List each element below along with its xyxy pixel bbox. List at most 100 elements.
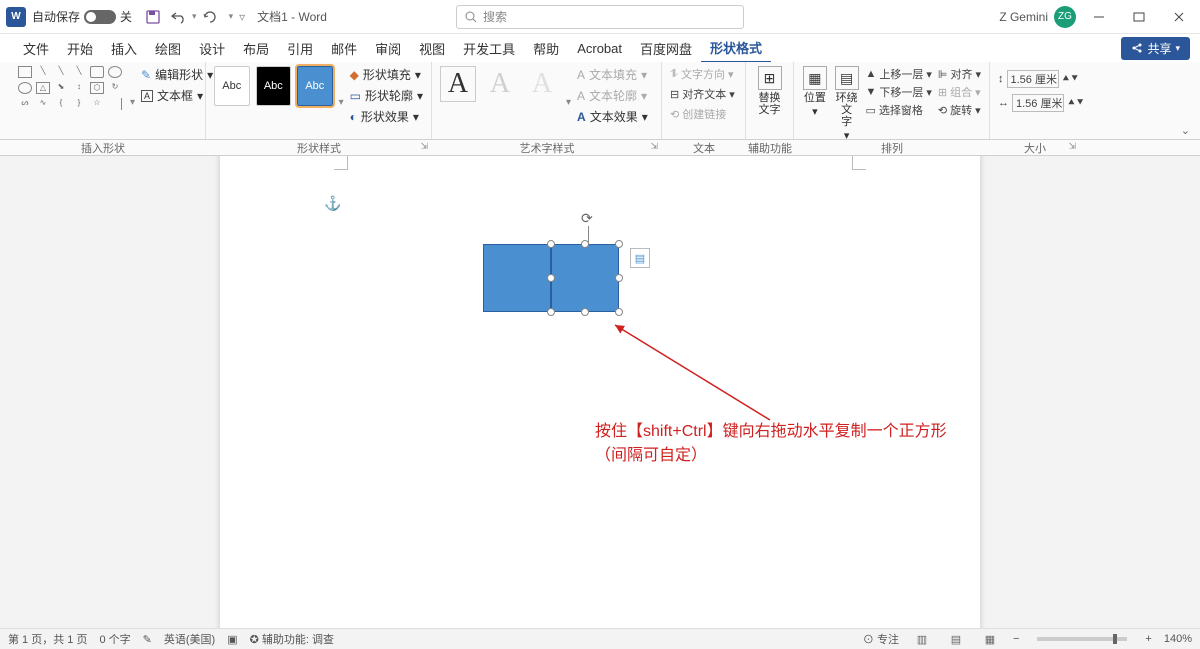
height-input[interactable]: ↕ 1.56 厘米 ⯅⯆: [998, 70, 1085, 88]
margin-corner-tr: [852, 156, 866, 170]
tab-review[interactable]: 审阅: [366, 35, 410, 62]
selection-pane-button[interactable]: ▭ 选择窗格: [865, 102, 931, 118]
shape-style-2[interactable]: Abc: [256, 66, 292, 106]
user-avatar[interactable]: ZG: [1054, 6, 1076, 28]
wordart-style-2[interactable]: A: [482, 66, 518, 102]
shape-style-3[interactable]: Abc: [297, 66, 333, 106]
launcher-icon[interactable]: ⇲: [420, 141, 428, 152]
selection-handle[interactable]: [547, 274, 555, 282]
label-accessibility: 辅助功能: [746, 140, 794, 155]
launcher-icon[interactable]: ⇲: [650, 141, 658, 152]
shapes-gallery[interactable]: ╲╲╲ △⬊↕⬡↻ ᔕ∿{}☆: [18, 66, 124, 112]
selection-handle[interactable]: [615, 240, 623, 248]
shape-effects-button[interactable]: ◐形状效果 ▾: [350, 108, 423, 125]
tab-insert[interactable]: 插入: [102, 35, 146, 62]
ribbon-tabs: 文件 开始 插入 绘图 设计 布局 引用 邮件 审阅 视图 开发工具 帮助 Ac…: [0, 34, 1200, 62]
align-text-button[interactable]: ⊟ 对齐文本 ▾: [670, 86, 735, 102]
rotate-button[interactable]: ⟲ 旋转 ▾: [938, 102, 981, 118]
group-arrange: ▦位置▾ ▤环绕文 字▾ ▲ 上移一层 ▾ ▼ 下移一层 ▾ ▭ 选择窗格 ⊫ …: [794, 62, 990, 139]
status-accessibility[interactable]: ✪ 辅助功能: 调查: [250, 631, 334, 647]
zoom-in-button[interactable]: +: [1145, 633, 1151, 645]
zoom-level[interactable]: 140%: [1164, 633, 1192, 645]
status-display-settings-icon[interactable]: ▣: [227, 633, 237, 646]
tab-references[interactable]: 引用: [278, 35, 322, 62]
group-button: ⊞ 组合 ▾: [938, 84, 981, 100]
selection-handle[interactable]: [581, 308, 589, 316]
shape-fill-button[interactable]: ◆形状填充 ▾: [350, 66, 423, 83]
view-web-layout-icon[interactable]: ▦: [979, 631, 1001, 647]
toggle-switch-icon[interactable]: [84, 10, 116, 24]
user-name[interactable]: Z Gemini: [999, 10, 1048, 24]
share-icon: [1131, 42, 1143, 54]
text-box-button[interactable]: A文本框 ▾: [141, 87, 213, 104]
search-box[interactable]: 搜索: [456, 5, 744, 29]
tab-mailings[interactable]: 邮件: [322, 35, 366, 62]
group-accessibility: ⊞ 替换 文字: [746, 62, 794, 139]
tab-acrobat[interactable]: Acrobat: [568, 37, 631, 60]
label-text: 文本: [662, 140, 746, 155]
view-print-layout-icon[interactable]: ▤: [945, 631, 967, 647]
autosave-state: 关: [120, 8, 132, 25]
zoom-slider[interactable]: [1037, 637, 1127, 641]
status-page[interactable]: 第 1 页，共 1 页: [8, 631, 87, 647]
position-button[interactable]: ▦位置▾: [802, 66, 828, 118]
bring-forward-button[interactable]: ▲ 上移一层 ▾: [865, 66, 931, 82]
selection-handle[interactable]: [547, 240, 555, 248]
width-input[interactable]: ↔ 1.56 厘米 ⯅⯆: [998, 94, 1085, 112]
tab-draw[interactable]: 绘图: [146, 35, 190, 62]
word-app-icon: W: [6, 7, 26, 27]
undo-button[interactable]: [168, 6, 190, 28]
selection-handle[interactable]: [615, 274, 623, 282]
status-language[interactable]: 英语(美国): [164, 631, 215, 647]
rotation-handle[interactable]: ⟳: [581, 210, 597, 226]
status-word-count[interactable]: 0 个字: [99, 631, 130, 647]
minimize-button[interactable]: [1082, 5, 1116, 29]
alt-text-icon: ⊞: [758, 66, 782, 90]
rotation-connector: [588, 226, 589, 244]
wrap-text-button[interactable]: ▤环绕文 字▾: [834, 66, 860, 142]
alt-text-button[interactable]: ⊞ 替换 文字: [754, 66, 785, 116]
wordart-style-3[interactable]: A: [524, 66, 560, 102]
tab-view[interactable]: 视图: [410, 35, 454, 62]
close-button[interactable]: [1162, 5, 1196, 29]
wordart-style-1[interactable]: A: [440, 66, 476, 102]
status-focus[interactable]: ⊙ 专注: [863, 631, 899, 647]
tab-file[interactable]: 文件: [14, 35, 58, 62]
page[interactable]: ⚓ ⟳ ▤ 按住【shift+Ctrl】键向右拖动水平复制一个正方形 （间隔可自…: [220, 156, 980, 648]
tab-shape-format[interactable]: 形状格式: [701, 34, 771, 63]
document-area[interactable]: ⚓ ⟳ ▤ 按住【shift+Ctrl】键向右拖动水平复制一个正方形 （间隔可自…: [0, 156, 1200, 648]
shape-square-selected[interactable]: [551, 244, 619, 312]
group-shape-styles: Abc Abc Abc ▾ ◆形状填充 ▾ ▭形状轮廓 ▾ ◐形状效果 ▾: [206, 62, 432, 139]
shape-square-original[interactable]: [483, 244, 551, 312]
selection-handle[interactable]: [547, 308, 555, 316]
view-read-mode-icon[interactable]: ▥: [911, 631, 933, 647]
status-spellcheck-icon[interactable]: ✎: [143, 633, 152, 646]
tab-design[interactable]: 设计: [190, 35, 234, 62]
annotation-text: 按住【shift+Ctrl】键向右拖动水平复制一个正方形 （间隔可自定）: [595, 420, 947, 468]
tab-home[interactable]: 开始: [58, 35, 102, 62]
tab-layout[interactable]: 布局: [234, 35, 278, 62]
zoom-out-button[interactable]: −: [1013, 633, 1019, 645]
ribbon-labels-row: 插入形状 形状样式⇲ 艺术字样式⇲ 文本 辅助功能 排列 大小⇲: [0, 140, 1200, 156]
tab-help[interactable]: 帮助: [524, 35, 568, 62]
edit-shape-button[interactable]: ✎编辑形状 ▾: [141, 66, 213, 83]
search-icon: [465, 11, 477, 23]
tab-baidu[interactable]: 百度网盘: [631, 35, 701, 62]
align-button[interactable]: ⊫ 对齐 ▾: [938, 66, 981, 82]
shape-style-1[interactable]: Abc: [214, 66, 250, 106]
shape-outline-button[interactable]: ▭形状轮廓 ▾: [350, 87, 423, 104]
title-bar: W 自动保存 关 ▾ ▾ ▿ 文档1 - Word 搜索 Z Gemini ZG: [0, 0, 1200, 34]
launcher-icon[interactable]: ⇲: [1068, 141, 1076, 152]
maximize-button[interactable]: [1122, 5, 1156, 29]
layout-options-icon[interactable]: ▤: [630, 248, 650, 268]
share-button[interactable]: 共享▾: [1121, 37, 1190, 60]
text-effects-button[interactable]: A文本效果 ▾: [577, 108, 648, 125]
autosave-toggle[interactable]: 自动保存 关: [32, 8, 132, 25]
send-backward-button[interactable]: ▼ 下移一层 ▾: [865, 84, 931, 100]
selection-handle[interactable]: [615, 308, 623, 316]
redo-button[interactable]: [199, 6, 221, 28]
collapse-ribbon-button[interactable]: ⌄: [1181, 124, 1190, 137]
tab-developer[interactable]: 开发工具: [454, 35, 524, 62]
group-insert-shapes: ╲╲╲ △⬊↕⬡↻ ᔕ∿{}☆ ▾ ✎编辑形状 ▾ A文本框 ▾: [10, 62, 206, 139]
save-icon[interactable]: [142, 6, 164, 28]
